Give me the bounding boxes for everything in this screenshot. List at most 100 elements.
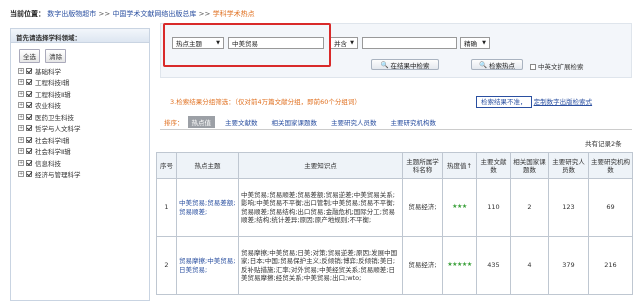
expand-icon[interactable]: + [18,113,24,120]
sort-option-projects[interactable]: 相关国家课题数 [272,117,318,127]
sidebar-item[interactable]: + 社会科学Ⅱ辑 [11,146,149,158]
sort-option-heat[interactable]: 热点值 [187,116,215,128]
cell-topic-link[interactable]: 贸易摩擦;中美贸易;日美贸易; [176,236,239,295]
header-index: 序号 [156,152,177,179]
sidebar-item-label: 社会科学Ⅱ辑 [35,148,71,157]
subject-checkbox[interactable] [26,102,32,109]
total-records: 共有记录2条 [585,140,622,148]
clear-button[interactable]: 清除 [45,49,67,63]
cell-heat-stars: ★★★★★ [442,236,477,295]
breadcrumb-label: 当前位置： [10,10,45,18]
header-institutions[interactable]: 主要研究机构数 [588,152,633,179]
search-icon: 🔍 [380,60,389,69]
grouping-text: 3.检索结果分组筛选：（仅对前4万篇文献分组，即前60个分组词） [170,98,361,106]
search-in-results-button[interactable]: 🔍 在结果中检索 [371,59,439,70]
sidebar-item-label: 社会科学Ⅰ辑 [35,136,70,145]
expand-icon[interactable]: + [18,79,24,86]
cell-discipline: 贸易经济; [402,178,443,237]
divider [160,129,632,130]
subject-checkbox[interactable] [26,79,32,86]
header-researchers[interactable]: 主要研究人员数 [548,152,589,179]
subject-checkbox[interactable] [26,113,32,120]
sort-option-docs[interactable]: 主要文献数 [225,117,258,127]
logic-select[interactable]: 并含 ▼ [330,37,358,49]
subject-sidebar: 首先请选择学科领域： 全选 清除 + 基础科学 + 工程科技Ⅰ辑 + 工程科技Ⅱ辑 + 农业科… [10,28,150,301]
subject-checkbox[interactable] [26,67,32,74]
cell-topic-link[interactable]: 中美贸易;贸易差额;贸易顺差; [176,178,239,237]
chevron-down-icon: ▼ [482,40,486,46]
sidebar-item[interactable]: + 社会科学Ⅰ辑 [11,134,149,146]
results-table: 序号 热点主题 主要知识点 主题所属学科名称 热度值↑ 主要文献数 相关国家课题… [156,152,633,295]
match-select-value: 精确 [464,40,477,48]
subject-checkbox[interactable] [26,90,32,97]
cell-docs: 110 [476,178,511,237]
sort-option-researchers[interactable]: 主要研究人员数 [331,117,377,127]
cn-en-expand-option[interactable]: 中英文扩展检索 [530,61,584,71]
sidebar-item-label: 基础科学 [35,67,61,76]
highlight-annotation-box [163,23,331,67]
breadcrumb-separator: >> [198,10,213,18]
subject-checkbox[interactable] [26,148,32,155]
sidebar-item[interactable]: + 经济与管理科学 [11,169,149,181]
subject-checkbox[interactable] [26,136,32,143]
header-topic: 热点主题 [176,152,239,179]
search-in-results-label: 在结果中检索 [390,61,430,70]
sidebar-item[interactable]: + 医药卫生科技 [11,111,149,123]
second-keyword-input[interactable] [362,37,457,49]
search-icon: 🔍 [478,60,488,69]
breadcrumb: 当前位置： 数字出版物超市 >> 中国学术文献网络出版总库 >> 学科学术热点 [10,9,255,19]
custom-search-link[interactable]: 定制数字出版检索式 [534,98,593,106]
sidebar-item[interactable]: + 工程科技Ⅰ辑 [11,77,149,89]
sidebar-item-label: 信息科技 [35,159,61,168]
sidebar-item-label: 经济与管理科学 [35,171,81,180]
cell-knowledge: 中美贸易;贸易顺差;贸易差额;贸易逆差;中美贸易关系;影响;中美贸易不平衡;出口… [238,178,403,237]
cell-researchers: 379 [548,236,589,295]
sidebar-item-label: 医药卫生科技 [35,113,74,122]
cell-projects: 2 [510,178,549,237]
feedback-area: 检索结果不准， 定制数字出版检索式 [476,96,593,108]
cn-en-expand-label: 中英文扩展检索 [538,63,584,71]
sidebar-item[interactable]: + 信息科技 [11,157,149,169]
cell-researchers: 123 [548,178,589,237]
table-row: 2 贸易摩擦;中美贸易;日美贸易; 贸易摩擦;中美贸易;日美;对策;贸易逆差;原… [156,236,633,295]
sidebar-item[interactable]: + 哲学与人文科学 [11,123,149,135]
sidebar-title: 首先请选择学科领域： [11,29,149,43]
breadcrumb-item-academic-library[interactable]: 中国学术文献网络出版总库 [112,10,196,18]
cell-docs: 435 [476,236,511,295]
sidebar-buttons: 全选 清除 [11,43,149,65]
breadcrumb-item-current: 学科学术热点 [212,10,255,18]
breadcrumb-separator: >> [98,10,113,18]
expand-icon[interactable]: + [18,90,24,97]
sidebar-item[interactable]: + 农业科技 [11,100,149,112]
sidebar-item[interactable]: + 工程科技Ⅱ辑 [11,88,149,100]
sidebar-item-label: 工程科技Ⅱ辑 [35,90,71,99]
expand-icon[interactable]: + [18,148,24,155]
select-all-button[interactable]: 全选 [19,49,40,63]
sort-option-institutions[interactable]: 主要研究机构数 [391,117,437,127]
expand-icon[interactable]: + [18,102,24,109]
feedback-prefix: 检索结果不准， [476,96,532,108]
expand-icon[interactable]: + [18,159,24,166]
sidebar-item-label: 哲学与人文科学 [35,125,81,134]
expand-icon[interactable]: + [18,125,24,132]
subject-checkbox[interactable] [26,125,32,132]
subject-checkbox[interactable] [26,171,32,178]
header-heat[interactable]: 热度值↑ [442,152,477,179]
sidebar-item[interactable]: + 基础科学 [11,65,149,77]
cell-index: 2 [156,236,177,295]
subject-checkbox[interactable] [26,159,32,166]
cell-index: 1 [156,178,177,237]
subject-tree: + 基础科学 + 工程科技Ⅰ辑 + 工程科技Ⅱ辑 + 农业科技 + 医药卫生科技 + 哲学与人文科学 +… [11,65,149,180]
expand-icon[interactable]: + [18,67,24,74]
expand-icon[interactable]: + [18,171,24,178]
header-projects[interactable]: 相关国家课题数 [510,152,549,179]
header-docs[interactable]: 主要文献数 [476,152,511,179]
match-select[interactable]: 精确 ▼ [460,37,490,49]
sidebar-item-label: 工程科技Ⅰ辑 [35,79,70,88]
breadcrumb-item-digital-market[interactable]: 数字出版物超市 [47,10,96,18]
table-row: 1 中美贸易;贸易差额;贸易顺差; 中美贸易;贸易顺差;贸易差额;贸易逆差;中美… [156,178,633,237]
cn-en-expand-checkbox[interactable] [530,64,536,70]
search-hotspot-button[interactable]: 🔍 检索热点 [471,59,523,70]
expand-icon[interactable]: + [18,136,24,143]
header-knowledge: 主要知识点 [238,152,403,179]
